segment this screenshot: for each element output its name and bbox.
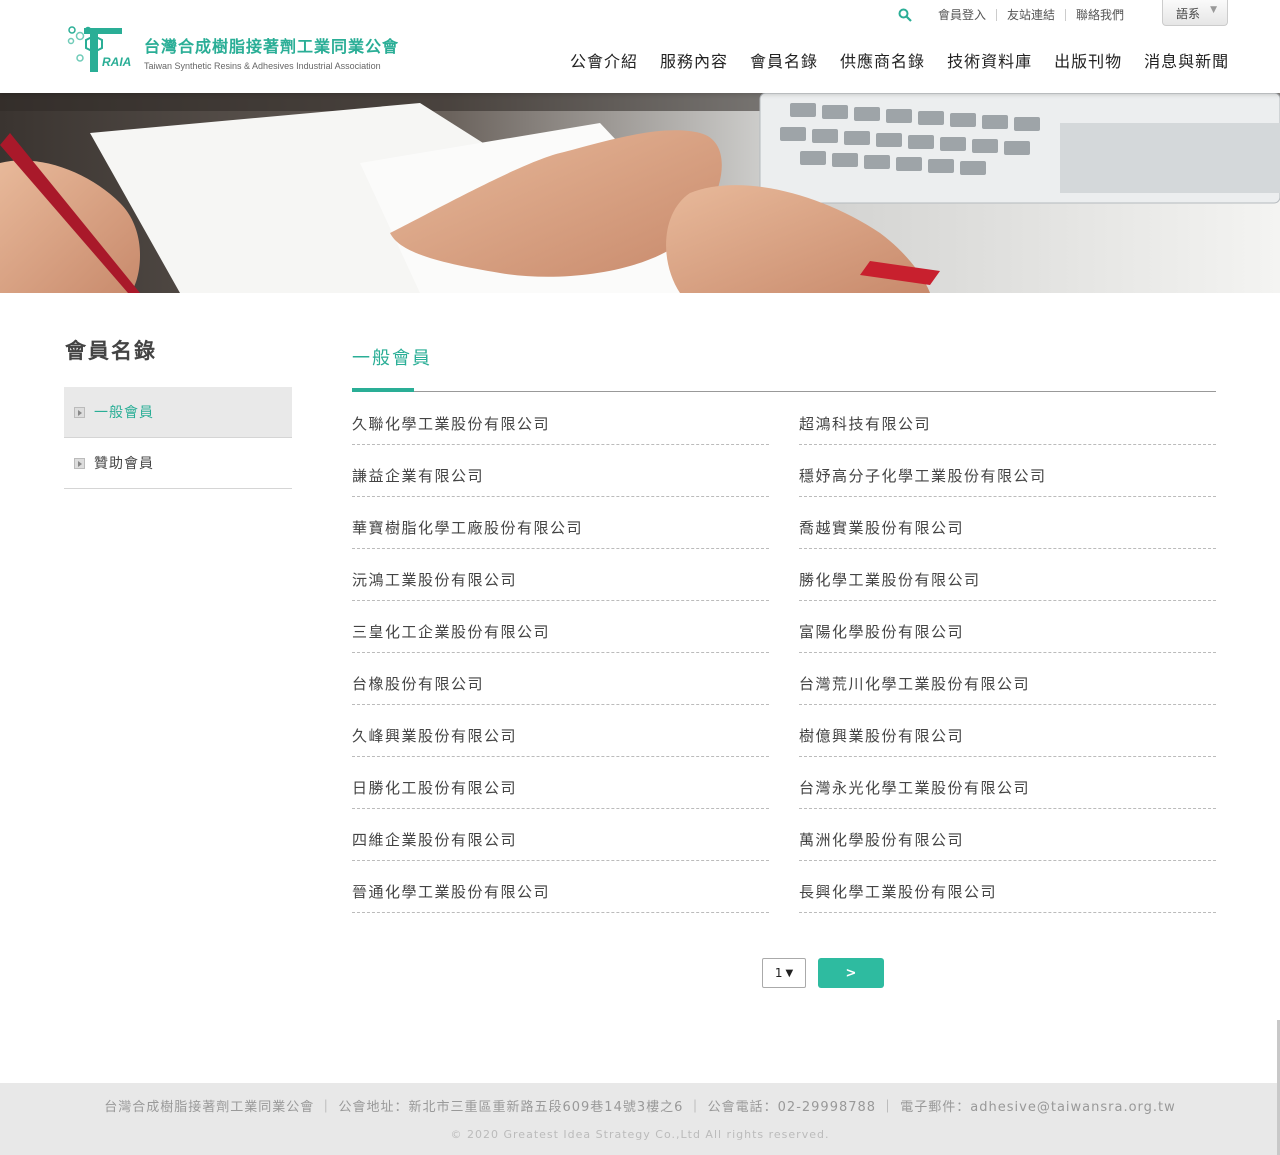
friend-sites-link[interactable]: 友站連結 [997,9,1067,21]
logo[interactable]: RAIA 台灣合成樹脂接著劑工業同業公會 Taiwan Synthetic Re… [66,24,426,76]
logo-title: 台灣合成樹脂接著劑工業同業公會 [144,37,400,56]
nav-item-suppliers[interactable]: 供應商名錄 [840,48,925,72]
chevron-down-icon: ▼ [785,967,794,979]
member-link[interactable]: 四維企業股份有限公司 [352,809,769,861]
nav-item-publications[interactable]: 出版刊物 [1054,48,1122,72]
nav-item-about[interactable]: 公會介紹 [570,48,638,72]
member-link[interactable]: 華寶樹脂化學工廠股份有限公司 [352,497,769,549]
member-link[interactable]: 久聯化學工業股份有限公司 [352,393,769,445]
member-link[interactable]: 長興化學工業股份有限公司 [799,861,1216,913]
sidebar-menu: 一般會員 贊助會員 [64,387,292,489]
search-icon[interactable] [898,8,912,22]
next-page-button[interactable]: > [818,958,884,988]
member-link[interactable]: 超鴻科技有限公司 [799,393,1216,445]
chevron-down-icon: ▼ [1210,5,1217,15]
member-link[interactable]: 謙益企業有限公司 [352,445,769,497]
member-link[interactable]: 台橡股份有限公司 [352,653,769,705]
title-divider-accent [352,388,414,392]
logo-mark-text: RAIA [102,55,132,69]
member-link[interactable]: 勝化學工業股份有限公司 [799,549,1216,601]
nav-item-tech-database[interactable]: 技術資料庫 [947,48,1032,72]
title-divider [352,391,1216,392]
member-link[interactable]: 久峰興業股份有限公司 [352,705,769,757]
nav-item-news[interactable]: 消息與新聞 [1144,48,1229,72]
page-select-value: 1 [774,966,783,980]
sidebar-item-general-members[interactable]: 一般會員 [64,387,292,438]
logo-subtitle: Taiwan Synthetic Resins & Adhesives Indu… [144,61,381,71]
contact-us-link[interactable]: 聯絡我們 [1066,9,1134,21]
box-arrow-icon [74,457,85,469]
language-dropdown[interactable]: 語系 ▼ [1162,0,1228,26]
nav-item-services[interactable]: 服務內容 [660,48,728,72]
language-label: 語系 [1176,7,1201,21]
member-link[interactable]: 沅鴻工業股份有限公司 [352,549,769,601]
member-link[interactable]: 萬洲化學股份有限公司 [799,809,1216,861]
banner-image [0,93,1280,293]
footer-info: 台灣合成樹脂接著劑工業同業公會 ｜ 公會地址：新北市三重區重新路五段609巷14… [104,1100,1176,1115]
member-link[interactable]: 三皇化工企業股份有限公司 [352,601,769,653]
page-title: 一般會員 [352,348,432,369]
member-link[interactable]: 晉通化學工業股份有限公司 [352,861,769,913]
site-header: RAIA 台灣合成樹脂接著劑工業同業公會 Taiwan Synthetic Re… [0,0,1280,93]
utility-links: 會員登入 友站連結 聯絡我們 [898,5,1134,25]
member-link[interactable]: 日勝化工股份有限公司 [352,757,769,809]
nav-item-members[interactable]: 會員名錄 [750,48,818,72]
pagination: 1 ▼ > [762,958,884,988]
box-arrow-icon [74,406,85,418]
site-footer: 台灣合成樹脂接著劑工業同業公會 ｜ 公會地址：新北市三重區重新路五段609巷14… [0,1083,1280,1155]
member-link[interactable]: 台灣荒川化學工業股份有限公司 [799,653,1216,705]
sidebar-title: 會員名錄 [65,339,157,363]
member-login-link[interactable]: 會員登入 [928,9,998,21]
member-link[interactable]: 穩妤高分子化學工業股份有限公司 [799,445,1216,497]
member-link[interactable]: 富陽化學股份有限公司 [799,601,1216,653]
member-link[interactable]: 樹億興業股份有限公司 [799,705,1216,757]
footer-copyright: © 2020 Greatest Idea Strategy Co.,Ltd Al… [450,1128,830,1141]
member-link[interactable]: 喬越實業股份有限公司 [799,497,1216,549]
sidebar-item-sponsor-members[interactable]: 贊助會員 [64,438,292,489]
banner-illustration [0,93,1280,293]
sidebar-item-label: 一般會員 [94,405,154,421]
page-select[interactable]: 1 ▼ [762,958,806,988]
sidebar-item-label: 贊助會員 [94,456,154,472]
member-link[interactable]: 台灣永光化學工業股份有限公司 [799,757,1216,809]
member-list: 久聯化學工業股份有限公司 超鴻科技有限公司 謙益企業有限公司 穩妤高分子化學工業… [352,393,1216,913]
main-nav: 公會介紹 服務內容 會員名錄 供應商名錄 技術資料庫 出版刊物 消息與新聞 [570,48,1229,72]
